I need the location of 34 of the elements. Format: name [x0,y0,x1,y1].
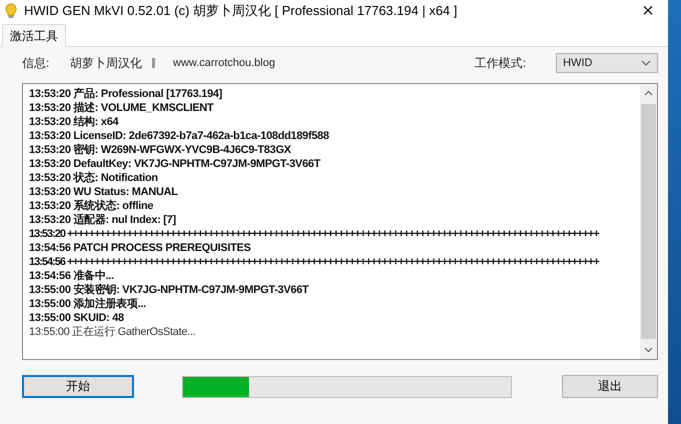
log-line: 13:53:20 ++++++++++++++++++++++++++++++++++++++++++++++++++++++++++++++++++++++++++++++++++++++++++++++++++ [29,227,600,241]
website-text: www.carrotchou.blog [173,57,276,69]
log-line: 13:53:20 密钥: W269N-WFGWX-YVC9B-4J6C9-T83GX [29,143,292,157]
lightbulb-icon [5,3,17,19]
log-line: 13:55:00 安装密钥: VK7JG-NPHTM-C97JM-9MPGT-3V66T [29,283,310,297]
log-line: 13:55:00 SKUID: 48 [29,311,125,325]
log-line: 13:55:00 正在运行 GatherOsState... [29,325,196,339]
log-line: 13:53:20 结构: x64 [29,115,120,129]
window-title: HWID GEN MkVI 0.52.01 (c) 胡萝卜周汉化 [ Professional 17763.194 | x64 ] [24,2,458,20]
exit-button[interactable]: 退出 [562,375,658,398]
log-line: 13:53:20 WU Status: MANUAL [29,185,179,199]
scroll-down-icon[interactable] [644,347,653,353]
info-label: 信息: [22,54,50,72]
log-line: 13:53:20 描述: VOLUME_KMSCLIENT [29,101,215,115]
separator-icon [152,58,155,68]
mode-dropdown[interactable]: HWID [556,53,658,73]
chevron-down-icon [641,60,651,66]
scroll-up-icon[interactable] [644,90,653,96]
scrollbar[interactable] [640,84,657,359]
log-line: 13:54:56 ++++++++++++++++++++++++++++++++++++++++++++++++++++++++++++++++++++++++++++++++++++++++++++++++++ [29,255,600,269]
log-line: 13:54:56 PATCH PROCESS PREREQUISITES [29,241,252,255]
log-line: 13:53:20 LicenseID: 2de67392-b7a7-462a-b1ca-108dd189f588 [29,129,330,143]
start-button[interactable]: 开始 [22,375,134,398]
log-line: 13:53:20 适配器: nul Index: [7] [29,213,177,227]
log-line: 13:53:20 状态: Notification [29,171,159,185]
author-text: 胡萝卜周汉化 [70,54,143,72]
mode-label: 工作模式: [474,54,526,72]
tab[interactable]: 激活工具 [2,24,66,47]
log-line: 13:54:56 准备中... [29,269,115,283]
log-line: 13:53:20 DefaultKey: VK7JG-NPHTM-C97JM-9MPGT-3V66T [29,157,322,171]
log-line: 13:55:00 添加注册表项... [29,297,147,311]
log-line: 13:53:20 系统状态: offline [29,199,154,213]
close-button[interactable]: × [628,0,668,22]
log-line: 13:53:20 产品: Professional [17763.194] [29,87,224,101]
